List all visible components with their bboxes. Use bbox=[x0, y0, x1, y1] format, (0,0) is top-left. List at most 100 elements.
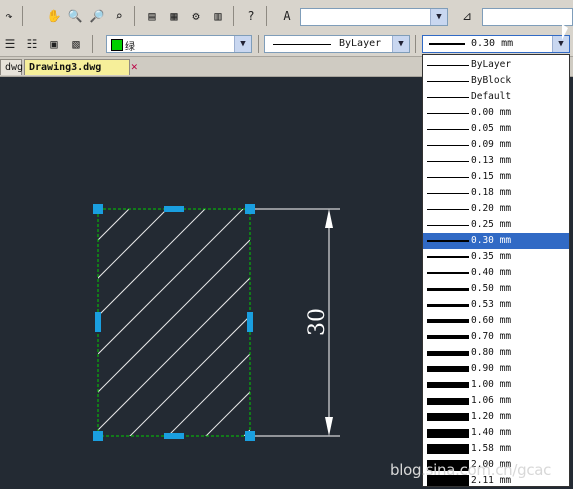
lineweight-sample bbox=[427, 65, 469, 66]
selected-rectangle[interactable] bbox=[97, 208, 251, 437]
lineweight-sample bbox=[427, 319, 469, 323]
help-icon[interactable]: ? bbox=[242, 7, 260, 25]
dropdown-option-label: 1.06 mm bbox=[471, 395, 512, 406]
layer-properties-icon[interactable]: ▧ bbox=[67, 35, 85, 53]
close-icon[interactable]: ✕ bbox=[131, 60, 138, 73]
dropdown-option[interactable]: 1.06 mm bbox=[423, 393, 569, 409]
lineweight-sample bbox=[427, 161, 469, 162]
lineweight-sample bbox=[427, 81, 469, 82]
color-combo[interactable]: 绿 ▼ bbox=[106, 35, 252, 53]
color-value: 绿 bbox=[125, 42, 135, 53]
dropdown-option[interactable]: 0.80 mm bbox=[423, 345, 569, 361]
linetype-combo[interactable]: ByLayer ▼ bbox=[264, 35, 410, 53]
chevron-down-icon[interactable]: ▼ bbox=[430, 9, 447, 25]
lineweight-preview bbox=[429, 43, 465, 45]
dropdown-option[interactable]: 0.40 mm bbox=[423, 265, 569, 281]
dropdown-option[interactable]: 0.13 mm bbox=[423, 153, 569, 169]
dropdown-option[interactable]: 0.60 mm bbox=[423, 313, 569, 329]
toolbar-separator bbox=[134, 6, 135, 26]
dropdown-option[interactable]: ByLayer bbox=[423, 57, 569, 73]
dropdown-option[interactable]: ByBlock bbox=[423, 73, 569, 89]
lineweight-sample bbox=[427, 304, 469, 307]
lineweight-dropdown-list[interactable]: ByLayer ByBlock Default 0.00 mm 0.05 mm 0.09 … bbox=[422, 54, 570, 487]
dropdown-option[interactable]: 1.40 mm bbox=[423, 425, 569, 441]
dropdown-option[interactable]: 1.00 mm bbox=[423, 377, 569, 393]
dropdown-option[interactable]: 0.35 mm bbox=[423, 249, 569, 265]
dropdown-option[interactable]: 0.18 mm bbox=[423, 185, 569, 201]
chevron-down-icon[interactable]: ▼ bbox=[234, 36, 251, 52]
toolbar-separator bbox=[258, 35, 259, 53]
color-swatch bbox=[111, 39, 123, 51]
dropdown-option[interactable]: 1.20 mm bbox=[423, 409, 569, 425]
dropdown-option-label: 0.30 mm bbox=[471, 235, 512, 246]
watermark: blog.sina.com.cn/gcac bbox=[390, 461, 552, 479]
layer-states-icon[interactable]: ▣ bbox=[45, 35, 63, 53]
lineweight-sample bbox=[427, 382, 469, 388]
dropdown-option[interactable]: 0.05 mm bbox=[423, 121, 569, 137]
dropdown-option-label: 1.00 mm bbox=[471, 379, 512, 390]
toolbar-separator bbox=[92, 35, 93, 53]
text-style-icon[interactable]: A bbox=[278, 7, 296, 25]
zoom-realtime-icon[interactable]: 🔍 bbox=[66, 7, 84, 25]
dropdown-option[interactable]: 0.70 mm bbox=[423, 329, 569, 345]
dropdown-option[interactable]: 0.20 mm bbox=[423, 201, 569, 217]
standard-toolbar: ↷ ✋ 🔍 🔎 ⌕ ▤ ▦ ⚙ ▥ ? A ▼ ⊿ bbox=[0, 0, 573, 33]
dropdown-option[interactable]: 0.53 mm bbox=[423, 297, 569, 313]
dropdown-option-label: 0.70 mm bbox=[471, 331, 512, 342]
layer-previous-icon[interactable]: ☰ bbox=[1, 35, 19, 53]
lineweight-sample bbox=[427, 256, 469, 258]
dropdown-option[interactable]: 0.30 mm bbox=[423, 233, 569, 249]
dropdown-option[interactable]: 0.15 mm bbox=[423, 169, 569, 185]
dropdown-option-label: 0.15 mm bbox=[471, 171, 512, 182]
toolbar-separator bbox=[233, 6, 234, 26]
lineweight-sample bbox=[427, 272, 469, 274]
grip-corner bbox=[93, 204, 103, 214]
dimension-style-combo[interactable] bbox=[482, 8, 573, 26]
zoom-previous-icon[interactable]: ⌕ bbox=[110, 7, 128, 25]
grip-midpoint bbox=[247, 312, 253, 332]
tab-drawing3[interactable]: Drawing3.dwg bbox=[24, 59, 130, 75]
calculator-icon[interactable]: ▥ bbox=[209, 7, 227, 25]
dropdown-option[interactable]: Default bbox=[423, 89, 569, 105]
text-style-combo[interactable]: ▼ bbox=[300, 8, 448, 26]
make-current-layer-icon[interactable]: ☷ bbox=[23, 35, 41, 53]
lineweight-sample bbox=[427, 193, 469, 194]
hatch-pattern bbox=[98, 209, 250, 436]
lineweight-sample bbox=[427, 240, 469, 242]
lineweight-value: 0.30 mm bbox=[471, 38, 514, 49]
lineweight-sample bbox=[427, 177, 469, 178]
grip-corner bbox=[245, 431, 255, 441]
tab-drawing[interactable]: dwg bbox=[0, 59, 23, 75]
dimension-text: 30 bbox=[305, 308, 330, 336]
properties-icon[interactable]: ▤ bbox=[143, 7, 161, 25]
dropdown-option-label: 0.09 mm bbox=[471, 139, 512, 150]
dropdown-option[interactable]: 0.25 mm bbox=[423, 217, 569, 233]
zoom-window-icon[interactable]: 🔎 bbox=[88, 7, 106, 25]
design-center-icon[interactable]: ▦ bbox=[165, 7, 183, 25]
dropdown-option-label: 0.05 mm bbox=[471, 123, 512, 134]
redo-icon[interactable]: ↷ bbox=[0, 7, 18, 25]
dropdown-option[interactable]: 1.58 mm bbox=[423, 441, 569, 457]
dropdown-option-label: 0.60 mm bbox=[471, 315, 512, 326]
toolbar-separator bbox=[266, 6, 267, 26]
toolbar-separator bbox=[22, 6, 23, 26]
lineweight-sample bbox=[427, 351, 469, 356]
dropdown-option-label: 0.35 mm bbox=[471, 251, 512, 262]
chevron-down-icon[interactable]: ▼ bbox=[392, 36, 409, 52]
dimension-style-icon[interactable]: ⊿ bbox=[458, 7, 476, 25]
pan-icon[interactable]: ✋ bbox=[45, 7, 63, 25]
dropdown-option[interactable]: 0.50 mm bbox=[423, 281, 569, 297]
dropdown-option[interactable]: 0.00 mm bbox=[423, 105, 569, 121]
lineweight-sample bbox=[427, 288, 469, 291]
dropdown-option-label: 0.13 mm bbox=[471, 155, 512, 166]
dropdown-option-label: ByBlock bbox=[471, 75, 512, 86]
dropdown-option-label: 0.25 mm bbox=[471, 219, 512, 230]
lineweight-sample bbox=[427, 209, 469, 210]
tool-palettes-icon[interactable]: ⚙ bbox=[187, 7, 205, 25]
dropdown-option-label: 0.00 mm bbox=[471, 107, 512, 118]
lineweight-sample bbox=[427, 225, 469, 226]
lineweight-sample bbox=[427, 366, 469, 372]
dropdown-option[interactable]: 0.09 mm bbox=[423, 137, 569, 153]
lineweight-combo[interactable]: 0.30 mm ▼ bbox=[422, 35, 570, 53]
dropdown-option[interactable]: 0.90 mm bbox=[423, 361, 569, 377]
